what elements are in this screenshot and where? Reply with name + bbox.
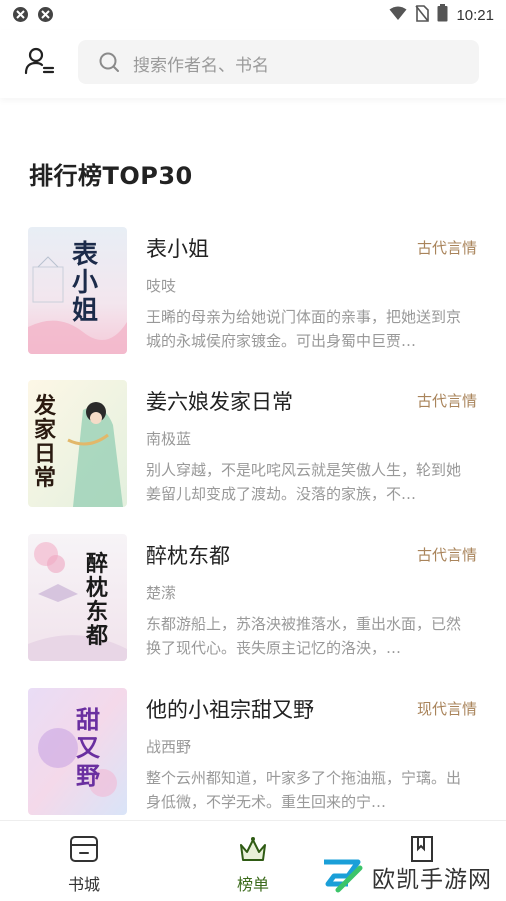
status-bar: 10:21 <box>0 0 506 30</box>
book-list-item[interactable]: 甜又野 他的小祖宗甜又野 现代言情 战西野 整个云州都知道，叶家多了个拖油瓶，宁… <box>0 688 506 820</box>
user-profile-button[interactable] <box>24 46 56 78</box>
book-description: 整个云州都知道，叶家多了个拖油瓶，宁璃。出身低微，不学无术。重生回来的宁… <box>146 769 462 811</box>
book-cover[interactable]: 甜又野 <box>28 688 127 815</box>
book-cover[interactable]: 醉枕东都 <box>28 534 127 661</box>
app-notification-icon <box>37 6 54 23</box>
book-title[interactable]: 姜六娘发家日常 <box>146 386 293 416</box>
crown-icon <box>240 837 266 861</box>
book-category-tag: 古代言情 <box>416 239 477 257</box>
app-notification-icon <box>12 6 29 23</box>
book-title[interactable]: 他的小祖宗甜又野 <box>146 694 314 724</box>
book-list-item[interactable]: 发家日常 姜六娘发家日常 古代言情 南极蓝 别人穿越，不是叱咤风云就是笑傲人生，… <box>0 380 506 512</box>
book-cover-title: 发家日常 <box>34 393 57 491</box>
book-category-tag: 古代言情 <box>416 546 477 564</box>
book-cover-title: 甜又野 <box>76 705 100 790</box>
status-time: 10:21 <box>456 6 494 24</box>
no-sim-icon <box>415 4 430 26</box>
book-cover-title: 表小姐 <box>72 240 99 326</box>
book-description: 东都游船上，苏洛泱被推落水，重出水面，已然换了现代心。丧失原主记忆的洛泱，… <box>146 615 462 657</box>
book-cover-title: 醉枕东都 <box>86 551 109 649</box>
book-author: 南极蓝 <box>146 430 192 448</box>
book-title[interactable]: 表小姐 <box>146 233 209 263</box>
book-cover[interactable]: 表小姐 <box>28 227 127 354</box>
tab-ranking[interactable]: 榜单 <box>193 821 313 901</box>
tab-label: 榜单 <box>236 875 269 894</box>
book-description: 别人穿越，不是叱咤风云就是笑傲人生，轮到她姜留儿却变成了渡劫。没落的家族，不… <box>146 461 462 503</box>
book-category-tag: 古代言情 <box>416 392 477 410</box>
book-description: 王晞的母亲为给她说门体面的亲事，把她送到京城的永城侯府家镀金。可出身蜀中巨贾… <box>146 308 462 350</box>
book-author: 楚潆 <box>146 584 177 602</box>
book-list-item[interactable]: 醉枕东都 醉枕东都 古代言情 楚潆 东都游船上，苏洛泱被推落水，重出水面，已然换… <box>0 534 506 666</box>
page-title: 排行榜TOP30 <box>29 162 193 190</box>
search-input[interactable]: 搜索作者名、书名 <box>78 40 479 84</box>
store-icon <box>70 836 98 862</box>
book-author: 吱吱 <box>146 277 177 295</box>
header: 搜索作者名、书名 <box>0 30 506 98</box>
watermark-text: 欧凯手游网 <box>372 867 492 893</box>
book-cover[interactable]: 发家日常 <box>28 380 127 507</box>
book-category-tag: 现代言情 <box>416 700 477 718</box>
tab-bookstore[interactable]: 书城 <box>24 821 144 901</box>
tab-label: 书城 <box>67 875 100 894</box>
search-icon <box>99 52 119 72</box>
battery-icon <box>437 4 448 26</box>
user-list-icon <box>24 47 55 75</box>
book-title[interactable]: 醉枕东都 <box>146 540 230 570</box>
wifi-icon <box>389 6 407 25</box>
book-author: 战西野 <box>146 738 192 756</box>
watermark-logo-icon <box>324 859 363 893</box>
watermark: 欧凯手游网 <box>318 852 498 900</box>
search-placeholder: 搜索作者名、书名 <box>133 56 269 76</box>
book-list-item[interactable]: 表小姐 表小姐 古代言情 吱吱 王晞的母亲为给她说门体面的亲事，把她送到京城的永… <box>0 227 506 359</box>
